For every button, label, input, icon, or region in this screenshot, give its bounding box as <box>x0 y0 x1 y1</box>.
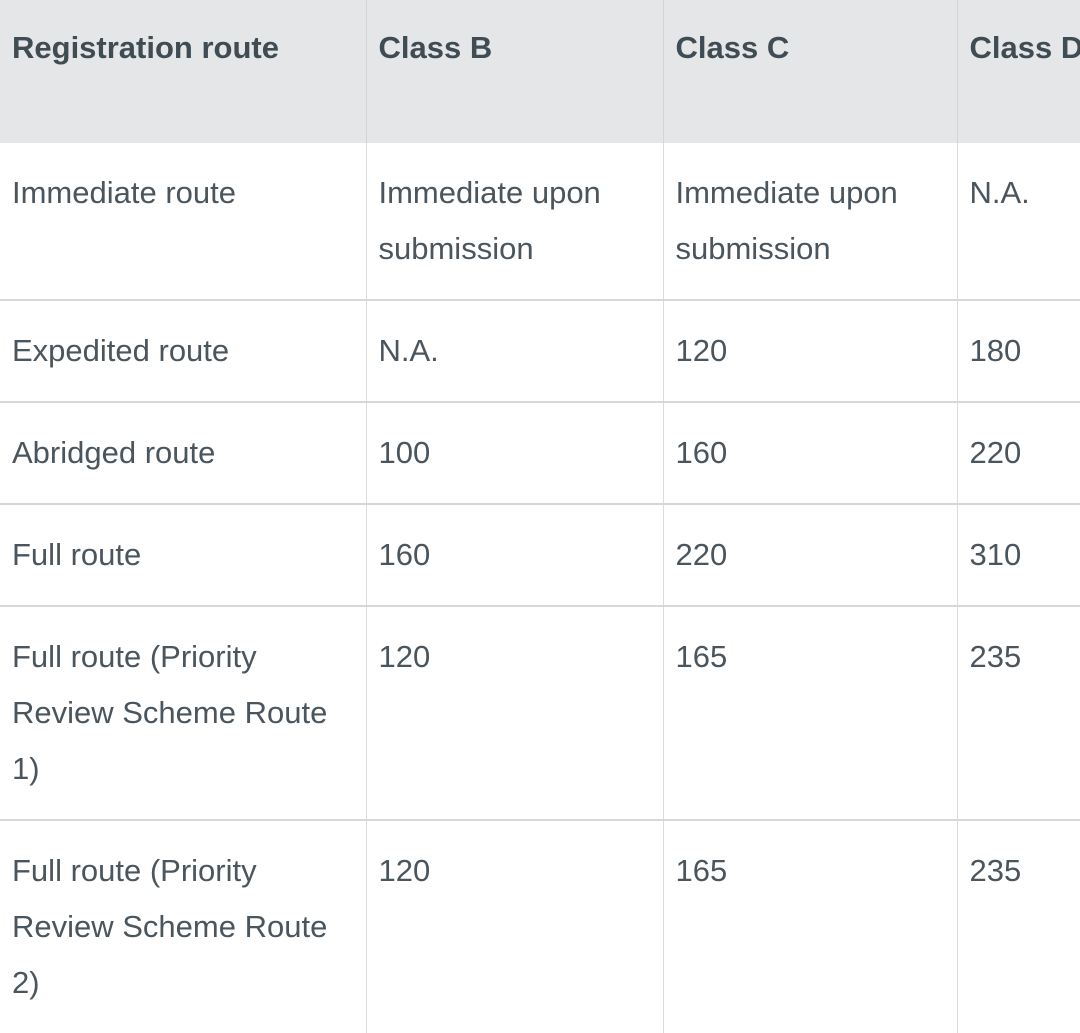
cell-class-c: 160 <box>663 402 958 505</box>
cell-class-c: 165 <box>663 606 958 821</box>
cell-class-d: 220 <box>957 402 1080 505</box>
cell-class-b: 120 <box>366 606 664 821</box>
cell-registration-route: Full route (Priority Review Scheme Route… <box>0 606 367 821</box>
cell-registration-route: Expedited route <box>0 300 367 403</box>
cell-class-d: 235 <box>957 606 1080 821</box>
column-header-class-b: Class B <box>366 0 664 143</box>
column-header-registration-route: Registration route <box>0 0 367 143</box>
cell-class-b: N.A. <box>366 300 664 403</box>
cell-class-c: 220 <box>663 504 958 607</box>
column-header-class-d: Class D <box>957 0 1080 143</box>
cell-class-c: Immediate upon submission <box>663 143 958 301</box>
cell-class-b: Immediate upon submission <box>366 143 664 301</box>
cell-class-d: N.A. <box>957 143 1080 301</box>
cell-class-b: 100 <box>366 402 664 505</box>
cell-class-c: 120 <box>663 300 958 403</box>
cell-class-d: 235 <box>957 820 1080 1033</box>
cell-registration-route: Immediate route <box>0 143 367 301</box>
cell-registration-route: Full route (Priority Review Scheme Route… <box>0 820 367 1033</box>
table-body: Immediate route Immediate upon submissio… <box>0 143 1080 1033</box>
cell-class-d: 310 <box>957 504 1080 607</box>
cell-class-b: 120 <box>366 820 664 1033</box>
table-row: Expedited route N.A. 120 180 <box>0 300 1080 403</box>
table-row: Full route (Priority Review Scheme Route… <box>0 820 1080 1033</box>
cell-class-d: 180 <box>957 300 1080 403</box>
registration-route-fees-table: Registration route Class B Class C Class… <box>0 0 1080 1033</box>
column-header-class-c: Class C <box>663 0 958 143</box>
cell-registration-route: Full route <box>0 504 367 607</box>
cell-class-c: 165 <box>663 820 958 1033</box>
table-row: Immediate route Immediate upon submissio… <box>0 143 1080 301</box>
table-row: Full route (Priority Review Scheme Route… <box>0 606 1080 821</box>
table-header: Registration route Class B Class C Class… <box>0 0 1080 143</box>
table-row: Abridged route 100 160 220 <box>0 402 1080 505</box>
table-row: Full route 160 220 310 <box>0 504 1080 607</box>
cell-class-b: 160 <box>366 504 664 607</box>
table-header-row: Registration route Class B Class C Class… <box>0 0 1080 143</box>
cell-registration-route: Abridged route <box>0 402 367 505</box>
